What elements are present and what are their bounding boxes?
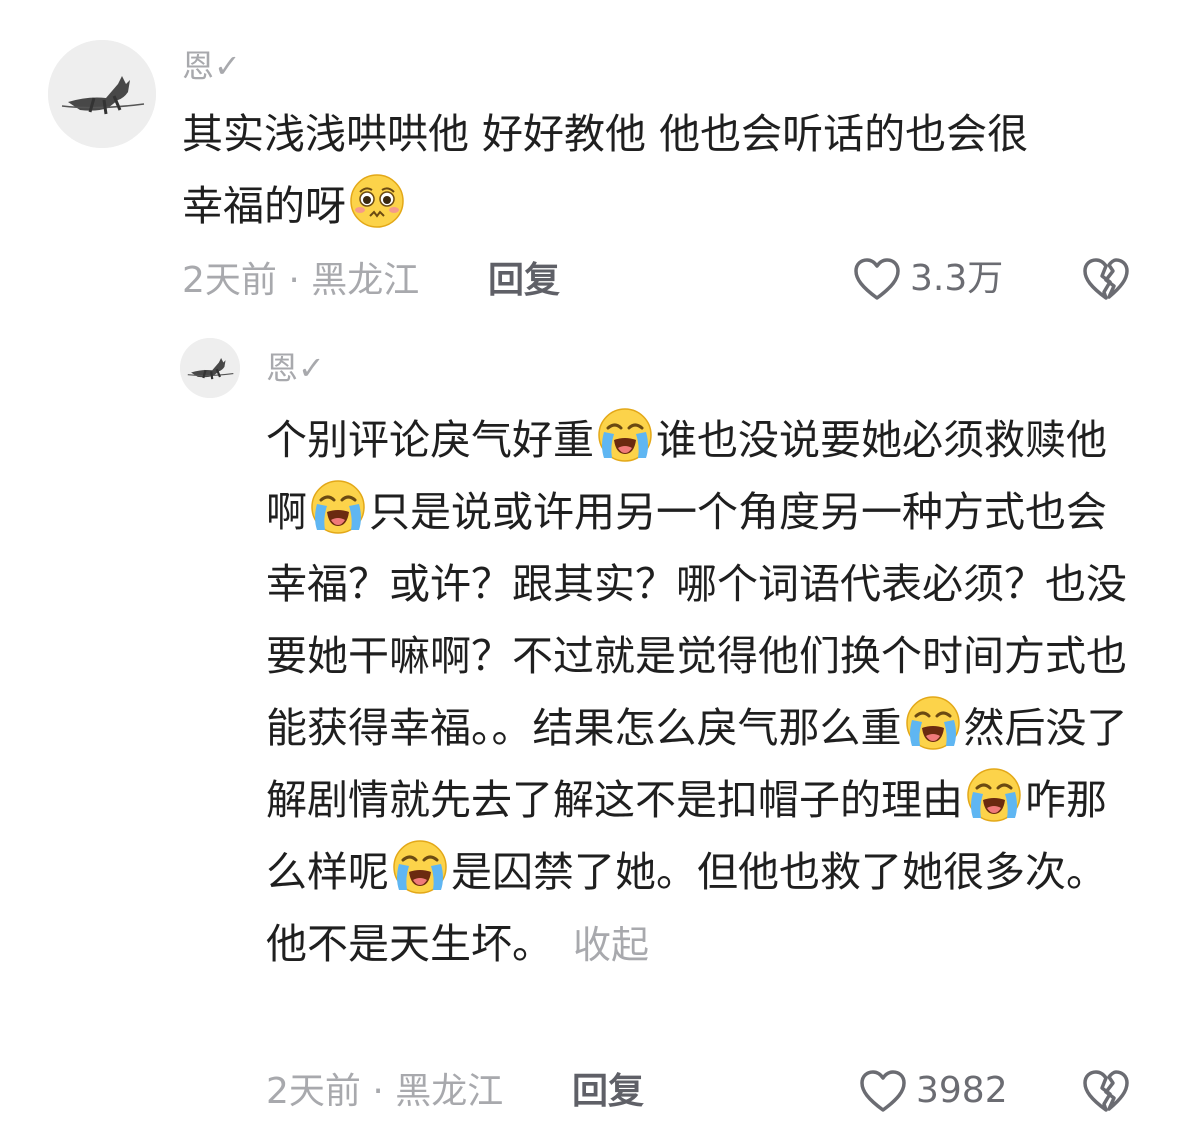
like-button[interactable]: 3982 bbox=[858, 1068, 1008, 1114]
pleading-face-emoji-icon bbox=[348, 172, 406, 230]
collapse-link[interactable]: 收起 bbox=[573, 923, 649, 967]
comment-text-segment: 个别评论戾气好重 bbox=[266, 416, 594, 464]
loudly-crying-face-emoji-icon bbox=[596, 406, 654, 464]
cat-ink-avatar-icon bbox=[180, 338, 240, 398]
username[interactable]: 恩✓ bbox=[182, 46, 241, 86]
loudly-crying-face-emoji-icon bbox=[309, 478, 367, 536]
loudly-crying-face-emoji-icon bbox=[904, 694, 962, 752]
dislike-button[interactable] bbox=[1082, 1068, 1130, 1114]
meta-separator: · bbox=[372, 1071, 384, 1112]
like-button[interactable]: 3.3万 bbox=[852, 256, 1003, 302]
broken-heart-icon bbox=[1083, 1070, 1129, 1112]
comment-location: 黑龙江 bbox=[311, 260, 420, 301]
comment-meta: 2天前 · 黑龙江 bbox=[182, 259, 419, 303]
comment-text-line: 其实浅浅哄哄他 好好教他 他也会听话的也会很 bbox=[182, 110, 1029, 158]
heart-icon bbox=[860, 1070, 906, 1112]
meta-separator: · bbox=[288, 260, 300, 301]
loudly-crying-face-emoji-icon bbox=[965, 766, 1023, 824]
reply-button[interactable]: 回复 bbox=[572, 1070, 644, 1114]
username[interactable]: 恩✓ bbox=[266, 348, 325, 388]
comment-item: 恩✓ 其实浅浅哄哄他 好好教他 他也会听话的也会很 幸福的呀 2天前 · 黑龙江… bbox=[0, 0, 1179, 320]
user-avatar[interactable] bbox=[48, 40, 156, 148]
comment-text: 个别评论戾气好重 谁也没说要她必须救赎他啊 只是说或许用另一个角度另一种方式也会… bbox=[266, 404, 1136, 981]
cat-ink-avatar-icon bbox=[48, 40, 156, 148]
comment-time: 2天前 bbox=[182, 260, 277, 301]
comment-meta: 2天前 · 黑龙江 bbox=[266, 1070, 503, 1114]
reply-button[interactable]: 回复 bbox=[488, 259, 560, 303]
loudly-crying-face-emoji-icon bbox=[391, 838, 449, 896]
broken-heart-icon bbox=[1083, 258, 1129, 300]
user-avatar[interactable] bbox=[180, 338, 240, 398]
comment-location: 黑龙江 bbox=[395, 1071, 504, 1112]
dislike-button[interactable] bbox=[1082, 256, 1130, 302]
comment-text-line: 幸福的呀 bbox=[182, 182, 346, 230]
like-count: 3.3万 bbox=[910, 258, 1004, 299]
heart-icon bbox=[854, 258, 900, 300]
like-count: 3982 bbox=[916, 1070, 1008, 1111]
comment-time: 2天前 bbox=[266, 1071, 361, 1112]
comment-text: 其实浅浅哄哄他 好好教他 他也会听话的也会很 幸福的呀 bbox=[182, 98, 1142, 242]
reply-comment-item: 恩✓ 个别评论戾气好重 谁也没说要她必须救赎他啊 只是说或许用另一个角度另一种方… bbox=[0, 320, 1179, 1147]
